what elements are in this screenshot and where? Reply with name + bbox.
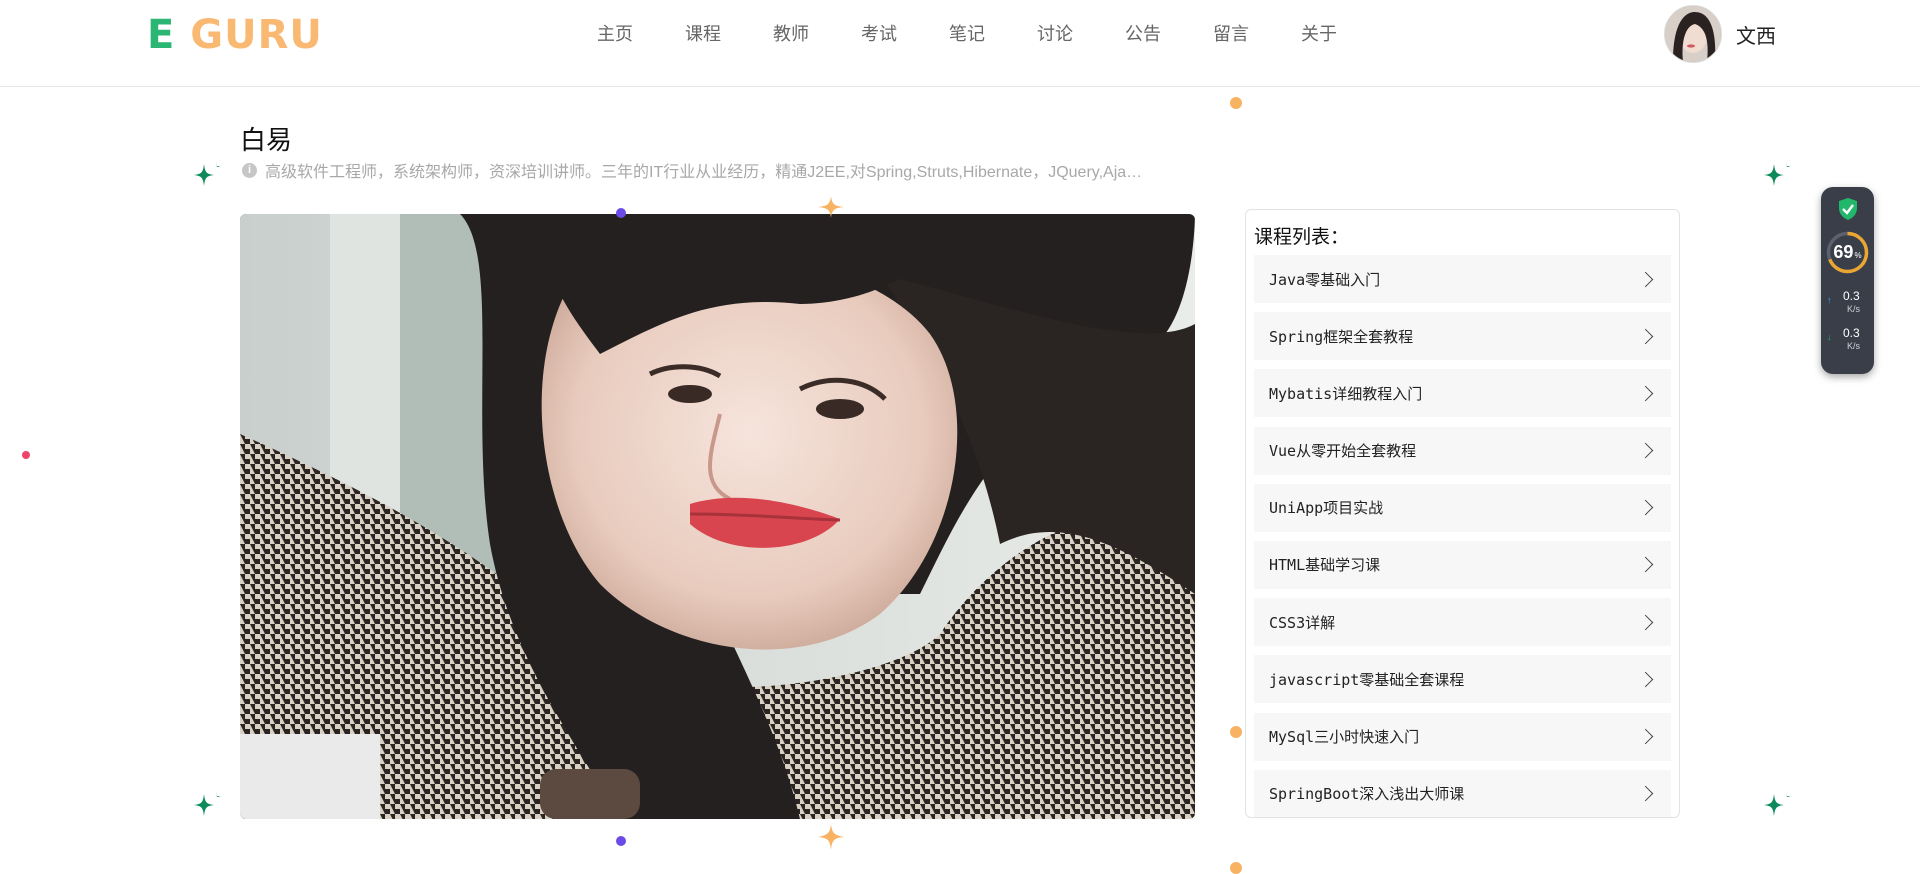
info-icon: i — [242, 162, 257, 178]
nav-item-messages[interactable]: 留言 — [1187, 20, 1275, 48]
chevron-right-icon — [1637, 614, 1654, 630]
user-name[interactable]: 文西 — [1736, 20, 1776, 49]
course-item-springboot[interactable]: SpringBoot深入浅出大师课 — [1254, 769, 1671, 817]
user-menu[interactable]: 文西 — [1664, 5, 1776, 63]
decoration-dot — [616, 208, 626, 218]
sparkle-icon — [1764, 792, 1791, 816]
course-label: Java零基础入门 — [1269, 270, 1381, 289]
nav-item-home[interactable]: 主页 — [571, 20, 659, 48]
chevron-right-icon — [1637, 557, 1654, 573]
arrow-up-icon: ↑ — [1827, 295, 1832, 305]
chevron-right-icon — [1637, 671, 1654, 688]
course-item-mysql[interactable]: MySql三小时快速入门 — [1254, 712, 1671, 761]
download-speed-unit: K/s — [1847, 341, 1861, 351]
course-label: CSS3详解 — [1269, 613, 1336, 632]
upload-speed-unit: K/s — [1847, 304, 1861, 314]
chevron-right-icon — [1637, 385, 1654, 402]
course-list-panel: 课程列表： Java零基础入门 Spring框架全套教程 Mybatis详细教程… — [1245, 209, 1680, 818]
decoration-dot — [616, 836, 626, 846]
chevron-right-icon — [1637, 785, 1654, 802]
course-item-javascript[interactable]: javascript零基础全套课程 — [1254, 655, 1671, 704]
logo-letter-e: E — [147, 12, 176, 58]
network-speed-widget[interactable]: 69% ↑ 0.3 K/s ↓ 0.3 K/s — [1821, 187, 1874, 374]
course-item-vue[interactable]: Vue从零开始全套教程 — [1254, 426, 1671, 475]
decoration-dot — [1230, 726, 1242, 738]
upload-speed-value: 0.3 — [1843, 289, 1860, 303]
course-item-uniapp[interactable]: UniApp项目实战 — [1254, 483, 1671, 532]
download-speed-value: 0.3 — [1843, 326, 1860, 340]
teacher-description-text: 高级软件工程师，系统架构师，资深培训讲师。三年的IT行业从业经历，精通J2EE,… — [265, 164, 1143, 181]
nav-item-courses[interactable]: 课程 — [659, 20, 747, 48]
decoration-dot — [1230, 862, 1242, 874]
sparkle-icon — [818, 824, 844, 850]
teacher-photo — [240, 214, 1195, 819]
nav-item-notes[interactable]: 笔记 — [923, 20, 1011, 48]
sparkle-icon — [194, 792, 221, 816]
course-item-html[interactable]: HTML基础学习课 — [1254, 540, 1671, 589]
usage-percent-unit: % — [1854, 251, 1862, 260]
top-header: E GURU 主页 课程 教师 考试 笔记 讨论 公告 留言 关于 文西 — [0, 0, 1920, 87]
sparkle-icon — [1764, 162, 1791, 186]
decoration-dot — [22, 451, 30, 459]
nav-item-teachers[interactable]: 教师 — [747, 20, 835, 48]
course-list: Java零基础入门 Spring框架全套教程 Mybatis详细教程入门 Vue… — [1254, 255, 1671, 817]
course-label: SpringBoot深入浅出大师课 — [1269, 785, 1465, 804]
chevron-right-icon — [1637, 442, 1654, 459]
main-nav: 主页 课程 教师 考试 笔记 讨论 公告 留言 关于 — [571, 20, 1363, 48]
arrow-down-icon: ↓ — [1827, 332, 1832, 342]
course-label: MySql三小时快速入门 — [1269, 728, 1420, 746]
course-label: Mybatis详细教程入门 — [1269, 384, 1423, 403]
teacher-name: 白易 — [240, 125, 293, 155]
chevron-right-icon — [1637, 728, 1654, 745]
shield-check-icon — [1839, 198, 1857, 220]
chevron-right-icon — [1637, 499, 1654, 516]
course-label: HTML基础学习课 — [1269, 556, 1381, 575]
course-label: Vue从零开始全套教程 — [1269, 442, 1417, 461]
nav-item-about[interactable]: 关于 — [1275, 20, 1363, 48]
teacher-description: i 高级软件工程师，系统架构师，资深培训讲师。三年的IT行业从业经历，精通J2E… — [242, 158, 1252, 182]
chevron-right-icon — [1637, 271, 1654, 287]
nav-item-discussion[interactable]: 讨论 — [1011, 20, 1099, 48]
decoration-dot — [1230, 97, 1242, 109]
course-label: Spring框架全套教程 — [1269, 327, 1414, 346]
avatar[interactable] — [1664, 5, 1722, 63]
nav-item-exams[interactable]: 考试 — [835, 20, 923, 48]
course-item-mybatis[interactable]: Mybatis详细教程入门 — [1254, 369, 1671, 418]
sparkle-icon — [818, 196, 844, 218]
chevron-right-icon — [1637, 328, 1654, 344]
course-item-spring[interactable]: Spring框架全套教程 — [1254, 312, 1671, 361]
nav-item-announcements[interactable]: 公告 — [1099, 20, 1187, 48]
course-label: javascript零基础全套课程 — [1269, 670, 1465, 689]
usage-percent-value: 69 — [1833, 242, 1854, 262]
usage-percent: 69% — [1825, 230, 1870, 275]
course-list-title: 课程列表： — [1254, 227, 1350, 248]
course-item-java[interactable]: Java零基础入门 — [1254, 255, 1671, 303]
course-label: UniApp项目实战 — [1269, 499, 1384, 518]
course-item-css3[interactable]: CSS3详解 — [1254, 598, 1671, 647]
sparkle-icon — [194, 162, 221, 186]
site-logo[interactable]: E GURU — [147, 12, 323, 58]
logo-text-guru: GURU — [190, 12, 323, 58]
